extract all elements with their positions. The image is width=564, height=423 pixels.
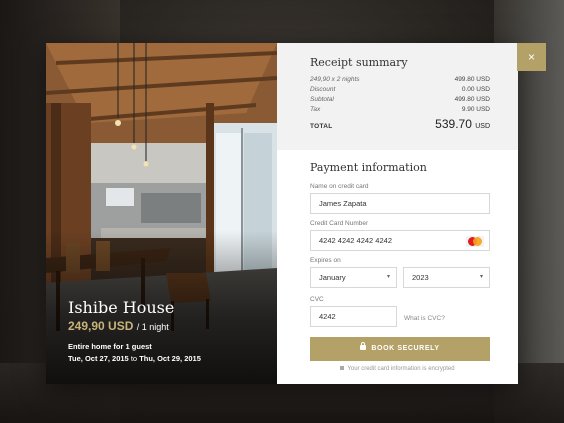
lock-icon [340,366,345,370]
check-out-date: Thu, Oct 29, 2015 [139,354,201,363]
receipt-row-label: Subtotal [310,96,334,103]
booking-details: Entire home for 1 guest Tue, Oct 27, 201… [68,341,201,365]
card-number-value: 4242 4242 4242 4242 [319,236,392,245]
total-currency: USD [475,123,490,130]
receipt-summary: Receipt summary 249,90 x 2 nights 499.80… [277,43,518,150]
booking-modal: Ishibe House 249,90 USD / 1 night Entire… [46,43,546,384]
card-number-label: Credit Card Number [310,220,369,227]
receipt-row-label: Tax [310,106,321,113]
expiry-year-select[interactable]: 2023 ▾ [403,267,490,288]
receipt-row-value: 9.90 USD [461,106,490,113]
cvc-value: 4242 [319,312,336,321]
receipt-title: Receipt summary [310,56,408,69]
receipt-row-value: 499.80 USD [454,76,490,83]
expiry-month-value: January [319,273,346,282]
receipt-row: Subtotal 499.80 USD [310,96,490,106]
check-in-date: Tue, Oct 27, 2015 [68,354,129,363]
cvc-field[interactable]: 4242 [310,306,397,327]
cvc-label: CVC [310,296,324,303]
listing-name: Ishibe House [68,298,175,317]
payment-title: Payment information [310,161,427,174]
cvc-help-link[interactable]: What is CVC? [404,315,445,322]
receipt-row-label: Discount [310,86,336,93]
book-securely-button[interactable]: BOOK SECURELY [310,337,490,361]
encryption-text: Your credit card information is encrypte… [347,366,455,372]
listing-price: 249,90 USD / 1 night [68,319,169,333]
guests-count: 1 guest [125,342,152,351]
listing-photo: Ishibe House 249,90 USD / 1 night Entire… [46,43,277,384]
dates-line: Tue, Oct 27, 2015 to Thu, Oct 29, 2015 [68,353,201,365]
expiry-year-value: 2023 [412,273,429,282]
expires-label: Expires on [310,257,341,264]
mastercard-icon [466,236,484,247]
name-label: Name on credit card [310,183,369,190]
receipt-row: 249,90 x 2 nights 499.80 USD [310,76,490,86]
name-on-card-value: James Zapata [319,199,367,208]
price-value: 249,90 USD [68,319,134,333]
receipt-row: Tax 9.90 USD [310,106,490,116]
date-separator: to [130,354,138,363]
price-unit: / 1 night [136,322,169,332]
total-value: 539.70 [435,117,472,131]
close-icon: × [527,50,535,64]
book-button-label: BOOK SECURELY [371,345,440,352]
receipt-row-value: 0.00 USD [461,86,490,93]
guests-prefix: Entire home for [68,342,124,351]
receipt-row-value: 499.80 USD [454,96,490,103]
total-label: TOTAL [310,123,333,130]
close-button[interactable]: × [517,43,546,71]
total-amount: 539.70 USD [435,117,490,131]
expiry-month-select[interactable]: January ▾ [310,267,397,288]
receipt-row-label: 249,90 x 2 nights [310,76,360,83]
encryption-note: Your credit card information is encrypte… [277,366,518,372]
chevron-down-icon: ▾ [386,274,390,280]
guests-line: Entire home for 1 guest [68,341,201,353]
chevron-down-icon: ▾ [479,274,483,280]
card-number-field[interactable]: 4242 4242 4242 4242 [310,230,490,251]
name-on-card-field[interactable]: James Zapata [310,193,490,214]
checkout-panel: Receipt summary 249,90 x 2 nights 499.80… [277,43,518,384]
receipt-row: Discount 0.00 USD [310,86,490,96]
lock-icon [360,342,367,350]
